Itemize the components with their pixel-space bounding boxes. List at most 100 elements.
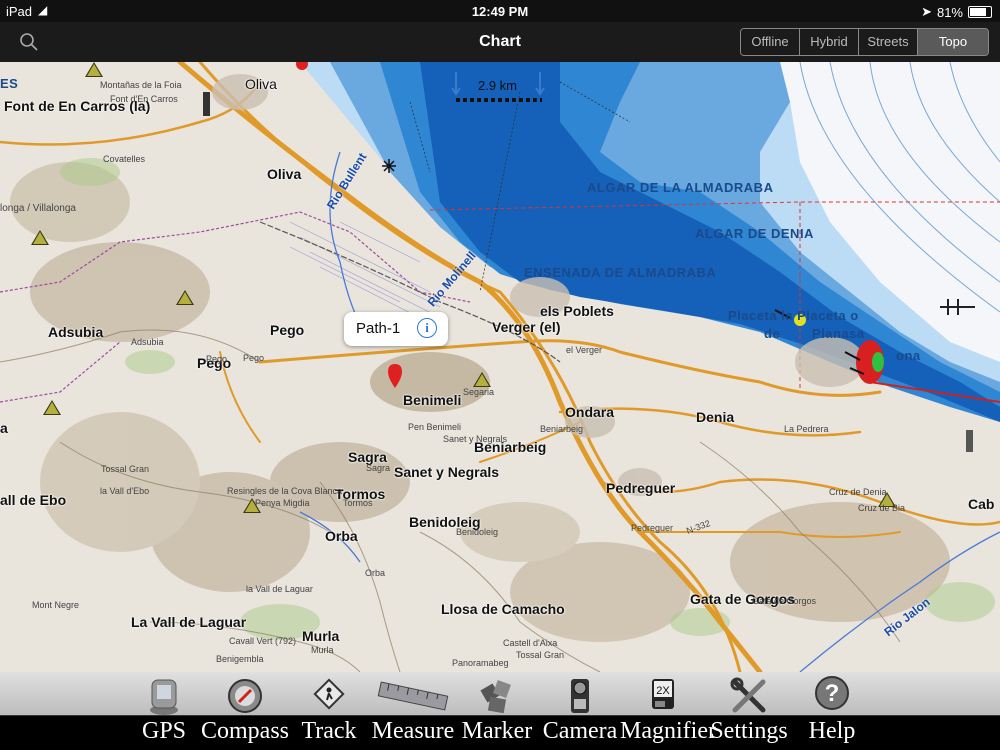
map-small-label: Cruz de Denia (829, 487, 887, 497)
map-canvas (0, 62, 1000, 672)
map-small-label: Cavall Vert (792) (229, 636, 297, 646)
place-label: els Poblets (540, 303, 614, 319)
compass-button[interactable]: Compass (201, 672, 289, 750)
map-small-label: longa / Villalonga (0, 203, 76, 214)
clock: 12:49 PM (471, 4, 529, 19)
peak-icon (473, 372, 491, 387)
map-small-label: Pedreguer (631, 523, 674, 533)
mode-topo[interactable]: Topo (918, 29, 988, 55)
mode-hybrid[interactable]: Hybrid (800, 29, 859, 55)
map-view[interactable]: 2.9 km ALGAR DE LA ALMADRABA ALGAR DE DE… (0, 62, 1000, 672)
place-label: Sanet y Negrals (394, 464, 500, 480)
magnifier-badge: 2X (656, 685, 670, 697)
lighthouse-icon (203, 92, 210, 116)
gps-button[interactable]: GPS (140, 672, 188, 750)
map-small-label: Sanet y Negrals (443, 434, 508, 444)
map-small-label: Beniarbeig (540, 424, 584, 434)
place-label: Denia (696, 409, 735, 425)
peak-icon (31, 230, 49, 245)
peak-icon (85, 62, 103, 77)
map-small-label: Pen Benimeli (408, 422, 462, 432)
map-small-label: Adsubia (131, 337, 164, 347)
place-label: all de Ebo (0, 492, 67, 508)
settings-icon (730, 677, 766, 713)
map-small-label: Resingles de la Cova Blanca (227, 486, 343, 496)
magnifier-button[interactable]: 2X Magnifier (620, 672, 716, 750)
map-small-label: Tossal Gran (101, 464, 150, 474)
track-button[interactable]: Track (301, 672, 357, 750)
map-small-label: Tormos (343, 498, 373, 508)
magnifier-label: Magnifier (620, 718, 716, 744)
peak-icon (43, 400, 61, 415)
map-small-label: Cruz de Bia (858, 503, 906, 513)
location-arrow-icon: ➤ (921, 4, 932, 19)
map-small-label: la Vall de Laguar (246, 584, 313, 594)
place-label: Llosa de Camacho (441, 601, 565, 617)
sea-label: ALGAR DE LA ALMADRABA (587, 180, 774, 195)
peak-icon (176, 290, 194, 305)
map-small-label: Mont Negre (32, 600, 80, 610)
battery-percent: 81% (936, 4, 963, 20)
place-label: Adsubia (48, 324, 104, 340)
measure-icon (377, 681, 449, 711)
nav-bar: Chart Offline Hybrid Streets Topo (0, 22, 1000, 62)
map-small-label: el Verger (566, 345, 603, 355)
scale-label: 2.9 km (478, 78, 518, 93)
camera-label: Camera (542, 718, 618, 744)
map-small-label: Sagra (366, 463, 391, 473)
place-label: Planasa (812, 326, 865, 341)
sea-label: ALGAR DE DENIA (695, 226, 814, 241)
place-label: Orba (325, 528, 358, 544)
place-label: de (764, 326, 781, 341)
path-callout[interactable]: Path-1 i (344, 312, 448, 346)
place-label: Pego (270, 322, 305, 338)
marker-icon (480, 680, 511, 714)
map-small-label: Castell d'Aixa (503, 638, 558, 648)
map-small-label: Penya Migdia (255, 498, 310, 508)
help-icon: ? (815, 676, 849, 710)
help-button[interactable]: ? Help (809, 672, 855, 750)
place-label: Cab (968, 496, 995, 512)
camera-icon (571, 679, 589, 713)
place-label: Benimeli (403, 392, 462, 408)
map-small-label: Font d'En Carros (110, 94, 178, 104)
battery-icon (968, 6, 992, 18)
compass-icon (228, 679, 262, 713)
place-label: Murla (302, 628, 340, 644)
map-small-label: Montañas de la Foia (100, 80, 182, 90)
place-label: a (0, 420, 8, 436)
track-icon (313, 678, 345, 710)
mode-offline[interactable]: Offline (741, 29, 800, 55)
map-small-label: Gata de Gorgos (752, 596, 817, 606)
sea-label: ENSENADA DE ALMADRABA (524, 265, 717, 280)
map-small-label: Orba (365, 568, 386, 578)
help-glyph: ? (825, 680, 840, 707)
place-label: ona (896, 348, 921, 363)
map-small-label: Murla (311, 645, 334, 655)
mode-streets[interactable]: Streets (859, 29, 918, 55)
place-label: Verger (el) (492, 319, 561, 335)
place-label: Oliva (267, 166, 302, 182)
map-small-label: Pego (206, 354, 228, 364)
map-small-label: Covatelles (103, 154, 146, 164)
place-label: Oliva (245, 76, 277, 92)
map-small-label: Benigembla (216, 654, 264, 664)
info-icon[interactable]: i (417, 318, 437, 338)
gps-label: GPS (141, 718, 187, 744)
magnifier-icon: 2X (652, 679, 674, 709)
measure-button[interactable]: Measure (372, 672, 454, 750)
settings-button[interactable]: Settings (710, 672, 788, 750)
place-label: ES (0, 76, 19, 91)
map-small-label: Pego (243, 353, 265, 363)
map-small-label: Tossal Gran (516, 650, 565, 660)
bottom-toolbar: GPS Compass Track Measure Marker Camera … (0, 672, 1000, 750)
map-small-label: La Pedrera (784, 424, 829, 434)
map-small-label: Benidoleig (456, 527, 499, 537)
marker-button[interactable]: Marker (462, 672, 532, 750)
compass-label: Compass (200, 718, 289, 744)
place-label: La Vall de Laguar (131, 614, 247, 630)
map-small-label: Segaria (463, 387, 495, 397)
camera-button[interactable]: Camera (543, 672, 617, 750)
settings-label: Settings (710, 718, 788, 744)
callout-title: Path-1 (356, 320, 401, 337)
